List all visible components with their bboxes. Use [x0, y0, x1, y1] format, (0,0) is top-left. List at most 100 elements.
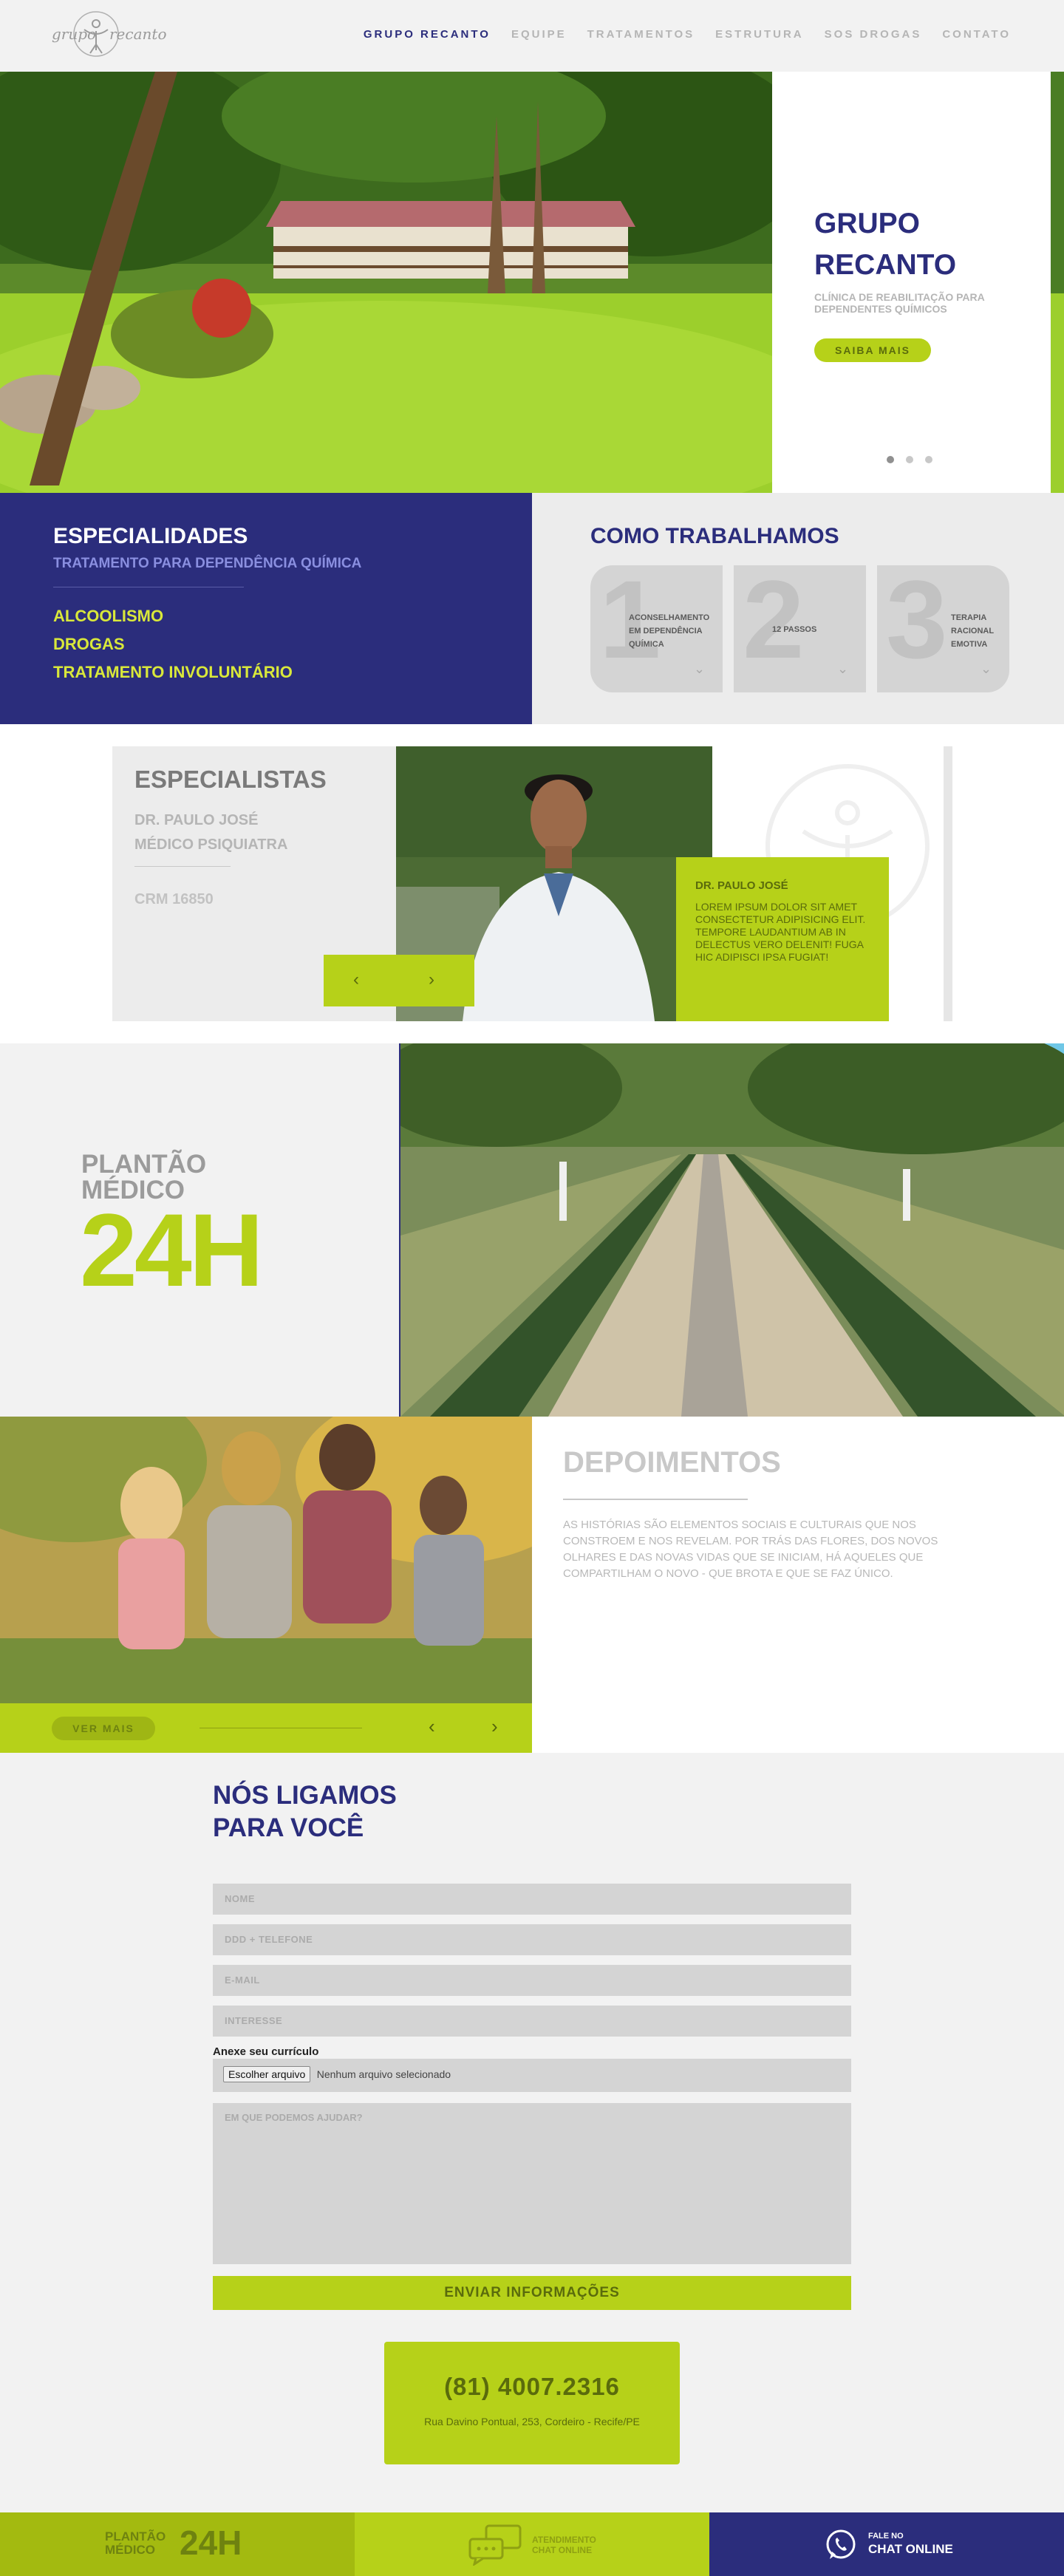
step-card-2[interactable]: 2 12 PASSOS ⌄ — [734, 565, 866, 692]
step-card-1[interactable]: 1 ACONSELHAMENTO EM DEPENDÊNCIA QUÍMICA … — [590, 565, 723, 692]
hero-card: GRUPO RECANTO CLÍNICA DE REABILITAÇÃO PA… — [772, 72, 1051, 493]
slider-dot-2[interactable] — [906, 456, 913, 463]
scroll-bar[interactable] — [944, 746, 952, 1021]
footer-plantao-label: PLANTÃO MÉDICO — [105, 2530, 166, 2557]
specialties-panel: ESPECIALIDADES TRATAMENTO PARA DEPENDÊNC… — [0, 493, 532, 724]
footer-whatsapp[interactable]: FALE NO CHAT ONLINE — [709, 2512, 1064, 2576]
specialists-section: ESPECIALISTAS DR. PAULO JOSÉ MÉDICO PSIQ… — [0, 724, 1064, 1043]
testimonials-section: VER MAIS ‹ › DEPOIMENTOS AS HISTÓRIAS SÃ… — [0, 1417, 1064, 1753]
form-title: NÓS LIGAMOS PARA VOCÊ — [213, 1779, 397, 1844]
file-status: Nenhum arquivo selecionado — [316, 2068, 451, 2080]
hero-title: GRUPO RECANTO — [814, 208, 957, 281]
specialist-slider-controls: ‹ › — [324, 955, 474, 1006]
saiba-mais-button[interactable]: SAIBA MAIS — [814, 338, 931, 362]
phone-input[interactable]: DDD + TELEFONE — [213, 1924, 851, 1955]
contact-form-section: NÓS LIGAMOS PARA VOCÊ NOME DDD + TELEFON… — [0, 1753, 1064, 2512]
specialist-card-text: LOREM IPSUM DOLOR SIT AMET CONSECTETUR A… — [695, 901, 866, 963]
main-menu: GRUPO RECANTO EQUIPE TRATAMENTOS ESTRUTU… — [364, 28, 1011, 41]
top-navigation: grupo recanto GRUPO RECANTO EQUIPE TRATA… — [0, 0, 1064, 72]
nav-item-grupo-recanto[interactable]: GRUPO RECANTO — [364, 28, 491, 41]
footer-whatsapp-big: CHAT ONLINE — [868, 2542, 953, 2556]
step-label: TERAPIA RACIONAL EMOTIVA — [951, 613, 994, 649]
file-upload-field: Escolher arquivo Nenhum arquivo selecion… — [213, 2059, 851, 2092]
step-card-3[interactable]: 3 TERAPIA RACIONAL EMOTIVA ⌄ — [877, 565, 1009, 692]
footer-plantao-line2: MÉDICO — [105, 2543, 155, 2557]
ver-mais-button[interactable]: VER MAIS — [52, 1717, 155, 1740]
chevron-down-icon: ⌄ — [694, 661, 706, 676]
chat-bubbles-icon — [468, 2524, 522, 2566]
specialties-list: ALCOOLISMO DROGAS TRATAMENTO INVOLUNTÁRI… — [53, 602, 293, 686]
phone-number[interactable]: (81) 4007.2316 — [384, 2373, 680, 2401]
nav-item-tratamentos[interactable]: TRATAMENTOS — [587, 28, 695, 41]
whatsapp-icon — [826, 2529, 856, 2559]
plantao-hours: 24H — [80, 1192, 264, 1308]
footer-chat-line2: CHAT ONLINE — [532, 2545, 593, 2555]
address: Rua Davino Pontual, 253, Cordeiro - Reci… — [424, 2416, 640, 2427]
specialty-drogas[interactable]: DROGAS — [53, 630, 293, 658]
specialist-card-name: DR. PAULO JOSÉ — [695, 879, 788, 892]
specialist-name-block: DR. PAULO JOSÉ MÉDICO PSIQUIATRA — [134, 808, 287, 857]
specialty-alcoolismo[interactable]: ALCOOLISMO — [53, 602, 293, 630]
divider — [134, 866, 231, 867]
nav-item-estrutura[interactable]: ESTRUTURA — [715, 28, 804, 41]
submit-button[interactable]: ENVIAR INFORMAÇÕES — [213, 2276, 851, 2310]
how-we-work-panel: COMO TRABALHAMOS 1 ACONSELHAMENTO EM DEP… — [532, 493, 1064, 724]
divider — [563, 1499, 748, 1500]
family-photo — [0, 1417, 532, 1703]
specialist-role: MÉDICO PSIQUIATRA — [134, 836, 288, 853]
footer-plantao-hours: 24H — [180, 2524, 242, 2562]
how-we-work-title: COMO TRABALHAMOS — [590, 524, 839, 548]
nav-item-equipe[interactable]: EQUIPE — [511, 28, 567, 41]
message-textarea[interactable]: EM QUE PODEMOS AJUDAR? — [213, 2103, 851, 2264]
footer-plantao-line1: PLANTÃO — [105, 2529, 166, 2543]
slider-dot-3[interactable] — [925, 456, 932, 463]
interest-input[interactable]: INTERESSE — [213, 2006, 851, 2037]
slider-dots — [887, 456, 932, 463]
specialties-subtitle: TRATAMENTO PARA DEPENDÊNCIA QUÍMICA — [53, 556, 362, 571]
next-arrow-icon[interactable]: › — [491, 1715, 498, 1738]
step-number: 3 — [886, 565, 948, 681]
prev-arrow-icon[interactable]: ‹ — [353, 970, 359, 990]
form-title-line2: PARA VOCÊ — [213, 1813, 364, 1842]
slider-dot-1[interactable] — [887, 456, 894, 463]
form-title-line1: NÓS LIGAMOS — [213, 1781, 397, 1810]
sticky-footer: PLANTÃO MÉDICO 24H ATENDIMENTO CHAT ONLI… — [0, 2512, 1064, 2576]
testimonials-title: DEPOIMENTOS — [563, 1446, 781, 1479]
specialty-tratamento-involuntario[interactable]: TRATAMENTO INVOLUNTÁRIO — [53, 658, 293, 686]
hero-subtitle: CLÍNICA DE REABILITAÇÃO PARA DEPENDENTES… — [814, 291, 985, 315]
step-label: 12 PASSOS — [772, 625, 817, 634]
hero-clinic-photo — [0, 72, 772, 493]
contact-box: (81) 4007.2316 Rua Davino Pontual, 253, … — [384, 2342, 680, 2464]
logo-text-recanto: recanto — [109, 25, 167, 43]
footer-chat-line1: ATENDIMENTO — [532, 2535, 596, 2545]
footer-whatsapp-small: FALE NO — [868, 2532, 904, 2541]
name-input[interactable]: NOME — [213, 1884, 851, 1915]
footer-chat-label: ATENDIMENTO CHAT ONLINE — [532, 2535, 596, 2555]
specialist-crm: CRM 16850 — [134, 891, 214, 907]
chevron-down-icon: ⌄ — [981, 661, 992, 676]
testimonials-text: AS HISTÓRIAS SÃO ELEMENTOS SOCIAIS E CUL… — [563, 1519, 938, 1580]
attach-label: Anexe seu currículo — [213, 2045, 319, 2058]
plantao-line1: PLANTÃO — [81, 1150, 207, 1179]
specialist-card: DR. PAULO JOSÉ LOREM IPSUM DOLOR SIT AME… — [676, 857, 889, 1021]
next-arrow-icon[interactable]: › — [429, 970, 434, 990]
email-input[interactable]: E-MAIL — [213, 1965, 851, 1996]
step-label: ACONSELHAMENTO EM DEPENDÊNCIA QUÍMICA — [629, 613, 710, 649]
next-slide-peek — [1051, 72, 1064, 493]
footer-chat[interactable]: ATENDIMENTO CHAT ONLINE — [355, 2512, 709, 2576]
specialties-title: ESPECIALIDADES — [53, 524, 248, 548]
testimonials-controls: VER MAIS ‹ › — [0, 1703, 532, 1753]
hero-slider: GRUPO RECANTO CLÍNICA DE REABILITAÇÃO PA… — [0, 72, 1064, 493]
prev-arrow-icon[interactable]: ‹ — [429, 1715, 435, 1738]
chevron-down-icon: ⌄ — [837, 661, 849, 676]
choose-file-button[interactable]: Escolher arquivo — [223, 2066, 311, 2082]
nav-item-contato[interactable]: CONTATO — [942, 28, 1011, 41]
garden-path-photo — [399, 1043, 1064, 1417]
specialist-name: DR. PAULO JOSÉ — [134, 812, 259, 828]
logo-text-grupo: grupo — [52, 25, 97, 43]
footer-plantao[interactable]: PLANTÃO MÉDICO 24H — [0, 2512, 355, 2576]
plantao-section: PLANTÃO MÉDICO 24H — [0, 1043, 1064, 1417]
logo[interactable]: grupo recanto — [52, 9, 166, 61]
specialists-title: ESPECIALISTAS — [134, 766, 327, 793]
nav-item-sos-drogas[interactable]: SOS DROGAS — [825, 28, 922, 41]
